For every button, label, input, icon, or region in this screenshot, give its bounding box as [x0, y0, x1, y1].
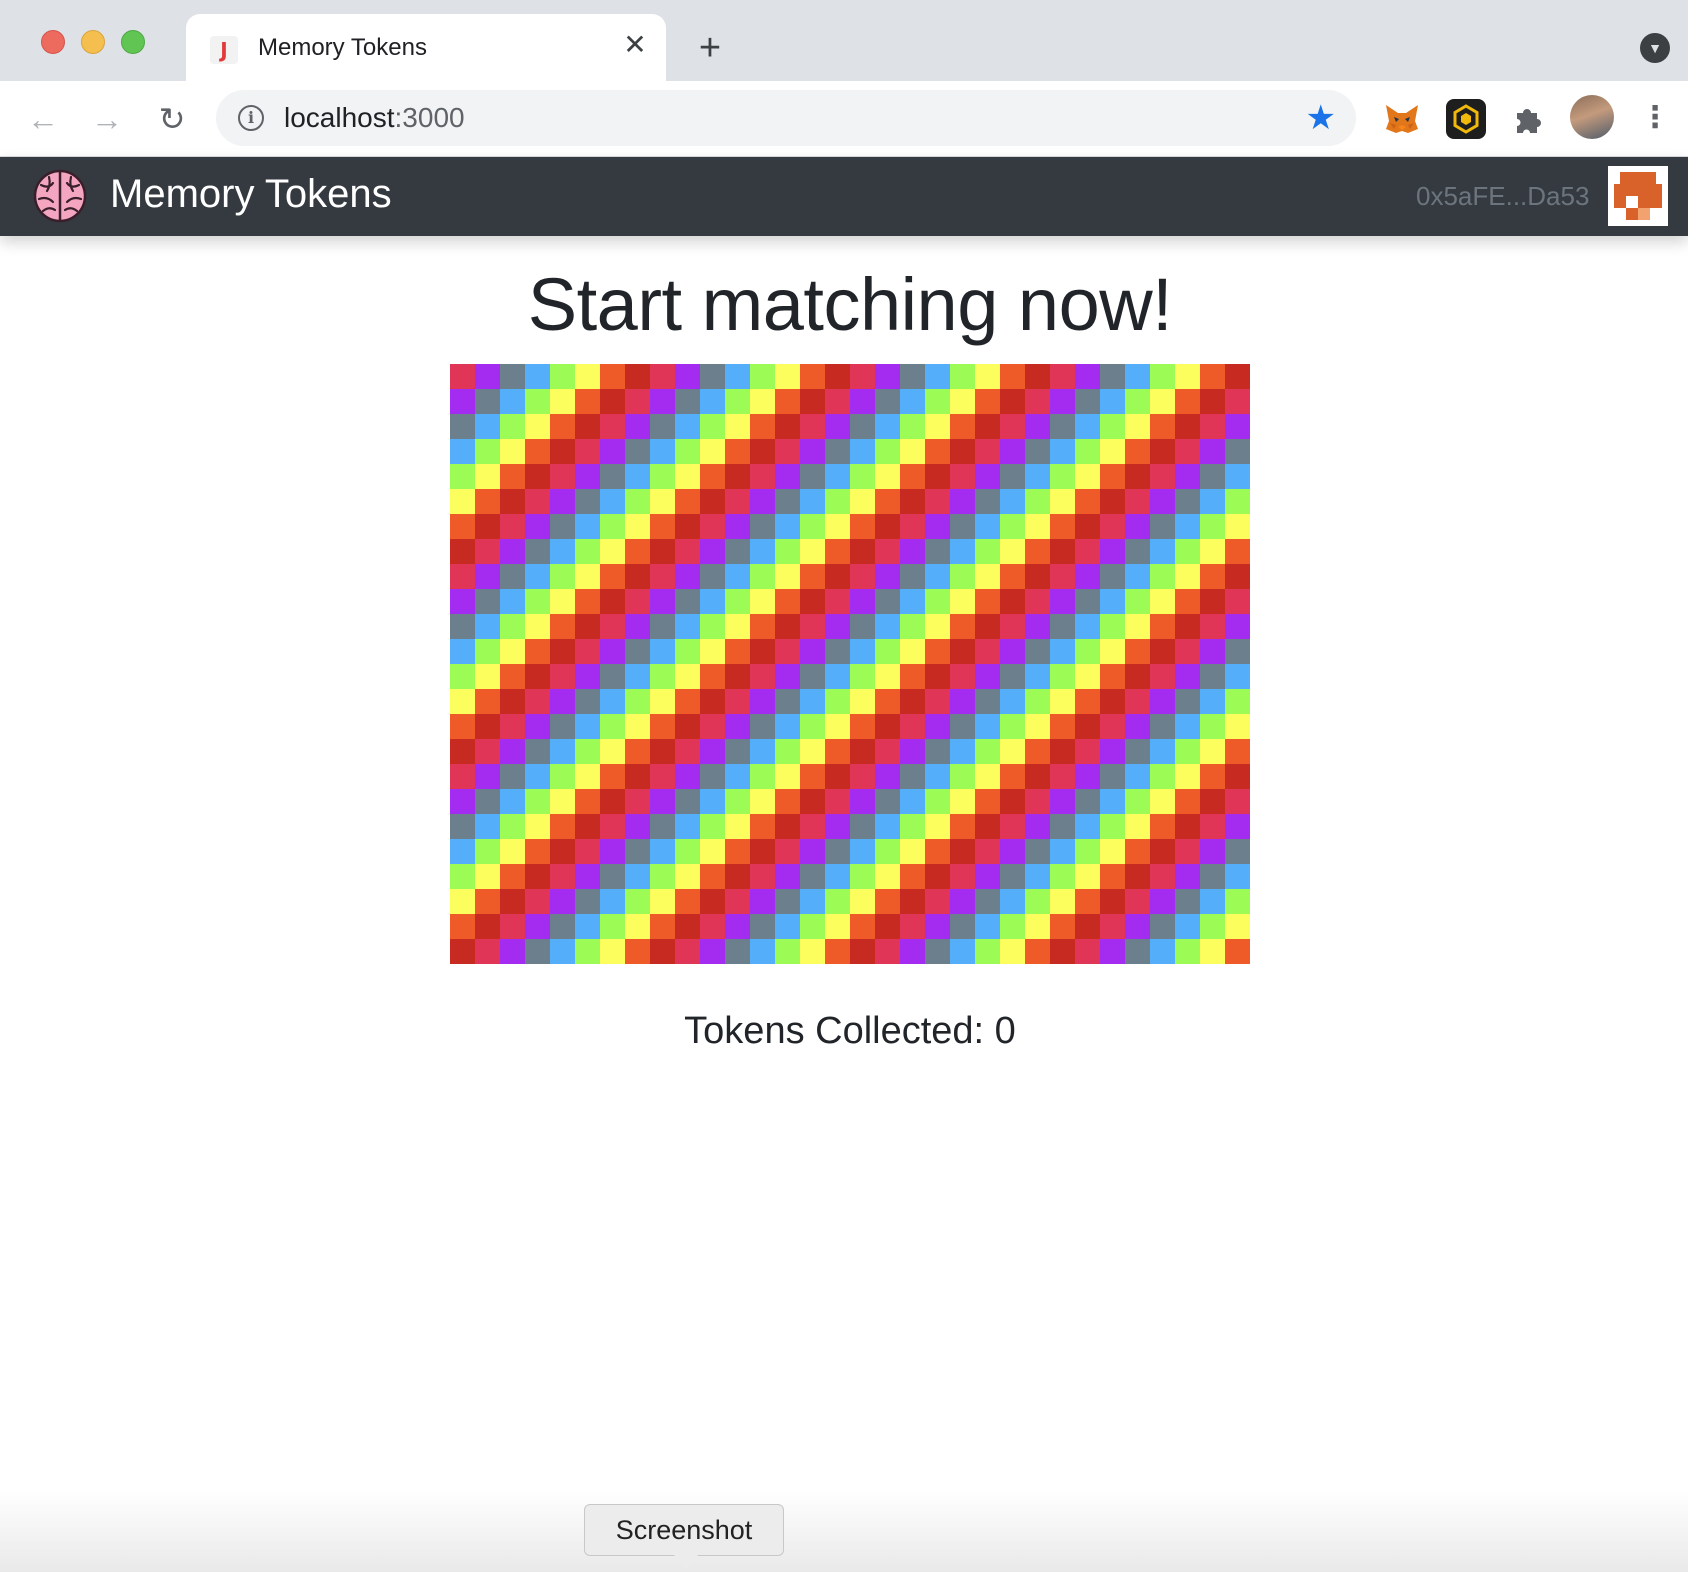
- browser-toolbar: ← → ↻ i localhost:3000 ★ ⋮: [0, 81, 1688, 157]
- tab-favicon-icon: J: [210, 36, 238, 64]
- card-back-6[interactable]: [650, 564, 850, 764]
- tooltip-arrow: [674, 1555, 698, 1569]
- screenshot-tooltip: Screenshot: [584, 1504, 784, 1556]
- page-headline: Start matching now!: [527, 263, 1173, 346]
- binance-wallet-icon[interactable]: [1446, 99, 1486, 139]
- card-back-3[interactable]: [850, 364, 1050, 564]
- forward-arrow-icon[interactable]: →: [86, 98, 128, 140]
- browser-tab-active[interactable]: J Memory Tokens ✕: [186, 14, 666, 81]
- brand-title[interactable]: Memory Tokens: [110, 172, 392, 217]
- tab-close-icon[interactable]: ✕: [618, 28, 652, 62]
- window-zoom-button[interactable]: [121, 30, 145, 54]
- bottom-shadow: [0, 1490, 1688, 1572]
- brain-icon[interactable]: [31, 167, 89, 225]
- profile-avatar[interactable]: [1570, 95, 1614, 139]
- card-grid: [450, 364, 1250, 964]
- tokens-collected-count: 0: [994, 1010, 1016, 1052]
- tokens-collected-label: Tokens Collected:: [684, 1010, 985, 1052]
- account-identicon: [1608, 166, 1668, 226]
- card-back-1[interactable]: [450, 364, 650, 564]
- card-back-4[interactable]: [1050, 364, 1250, 564]
- url-host: localhost: [284, 102, 395, 133]
- window-minimize-button[interactable]: [81, 30, 105, 54]
- browser-menu-icon[interactable]: ⋮: [1640, 97, 1670, 139]
- card-back-9[interactable]: [450, 764, 650, 964]
- site-info-icon[interactable]: i: [238, 105, 264, 131]
- tab-title: Memory Tokens: [258, 34, 427, 61]
- back-arrow-icon[interactable]: ←: [22, 98, 64, 140]
- card-back-8[interactable]: [1050, 564, 1250, 764]
- browser-tab-strip: J Memory Tokens ✕ + ▼: [0, 0, 1688, 81]
- card-back-11[interactable]: [850, 764, 1050, 964]
- new-tab-button[interactable]: +: [690, 28, 730, 68]
- extensions-puzzle-icon[interactable]: [1508, 99, 1548, 139]
- card-back-2[interactable]: [650, 364, 850, 564]
- card-back-10[interactable]: [650, 764, 850, 964]
- app-navbar: Memory Tokens 0x5aFE...Da53: [0, 157, 1688, 236]
- url-port: :3000: [394, 102, 465, 133]
- card-back-12[interactable]: [1050, 764, 1250, 964]
- tokens-collected: Tokens Collected: 0: [0, 1010, 1688, 1053]
- tab-search-icon[interactable]: ▼: [1640, 33, 1670, 63]
- url-text[interactable]: localhost:3000: [284, 102, 465, 134]
- card-back-7[interactable]: [850, 564, 1050, 764]
- account-address: 0x5aFE...Da53: [1416, 181, 1590, 211]
- address-bar[interactable]: i localhost:3000 ★: [216, 90, 1356, 146]
- reload-icon[interactable]: ↻: [151, 98, 193, 140]
- window-close-button[interactable]: [41, 30, 65, 54]
- card-back-5[interactable]: [450, 564, 650, 764]
- metamask-fox-icon[interactable]: [1382, 99, 1422, 139]
- bookmark-star-icon[interactable]: ★: [1306, 98, 1336, 138]
